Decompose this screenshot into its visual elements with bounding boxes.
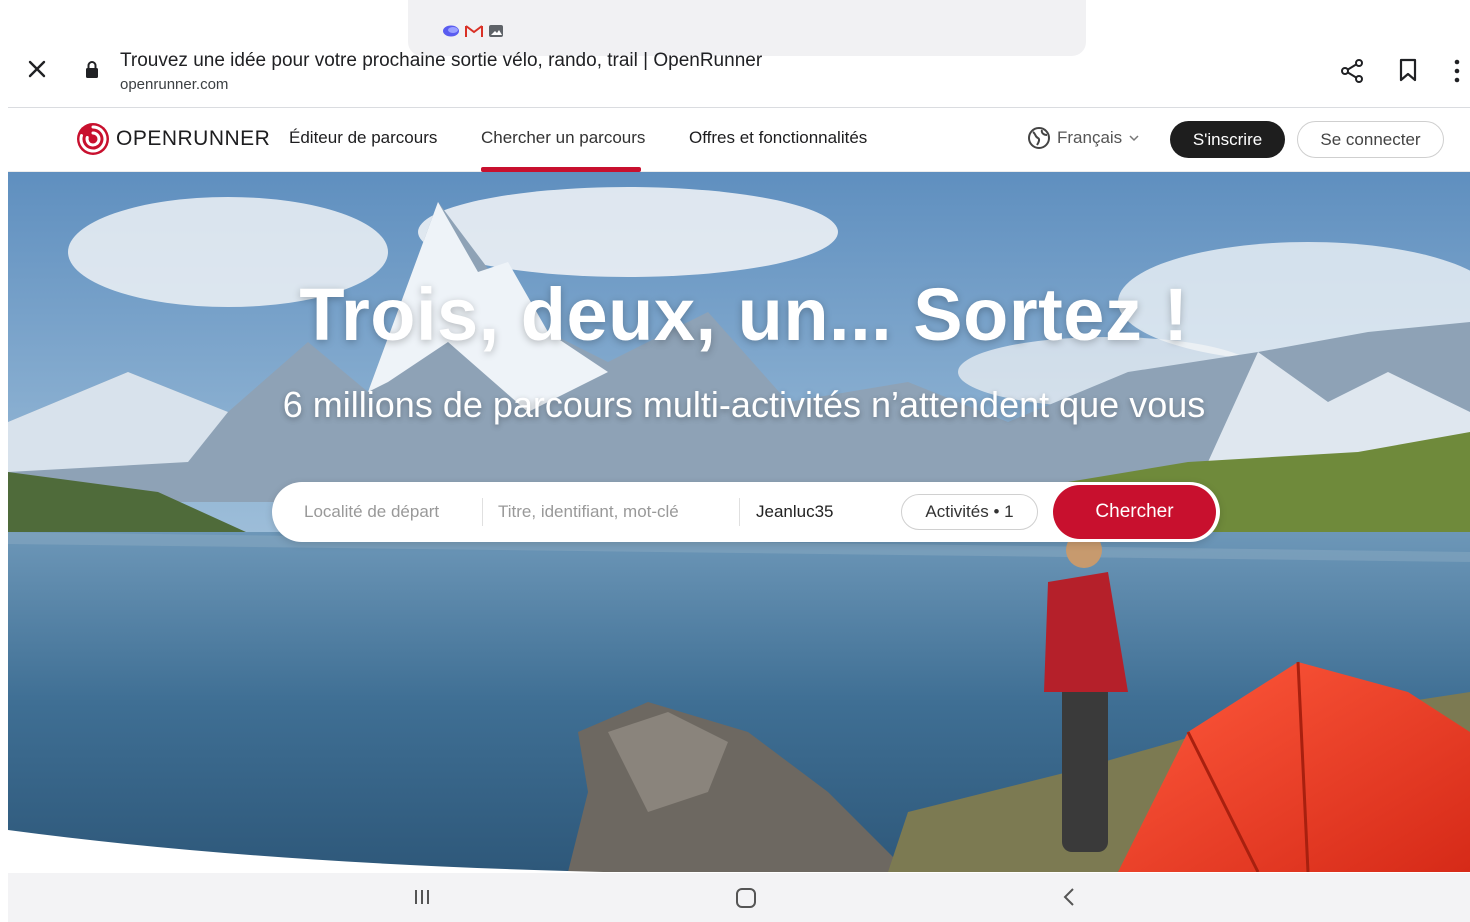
back-icon bbox=[1063, 888, 1074, 906]
bookmark-button[interactable] bbox=[1398, 58, 1418, 82]
nav-link-route-editor[interactable]: Éditeur de parcours bbox=[289, 128, 437, 148]
more-vert-icon bbox=[1454, 59, 1460, 83]
nav-link-search-route[interactable]: Chercher un parcours bbox=[481, 128, 645, 148]
back-button[interactable] bbox=[1060, 887, 1080, 912]
recent-apps-button[interactable] bbox=[412, 887, 432, 912]
close-tab-button[interactable] bbox=[24, 56, 50, 82]
recents-icon bbox=[415, 890, 429, 904]
assistant-icon bbox=[442, 24, 459, 38]
lock-icon[interactable] bbox=[84, 60, 100, 80]
tab-url: openrunner.com bbox=[120, 76, 229, 93]
status-bar-icons bbox=[442, 22, 505, 40]
keyword-input[interactable]: Titre, identifiant, mot-clé bbox=[498, 482, 738, 542]
user-input[interactable]: Jeanluc35 bbox=[756, 482, 896, 542]
screen: Trouvez une idée pour votre prochaine so… bbox=[0, 0, 1470, 922]
search-separator bbox=[739, 498, 740, 526]
language-selector[interactable]: Français bbox=[1027, 126, 1140, 150]
share-icon bbox=[1341, 59, 1363, 83]
more-options-button[interactable] bbox=[1450, 58, 1464, 84]
close-icon bbox=[28, 60, 46, 78]
nav-link-offers[interactable]: Offres et fonctionnalités bbox=[689, 128, 867, 148]
search-separator bbox=[482, 498, 483, 526]
hero-title: Trois, deux, un... Sortez ! bbox=[299, 273, 1189, 356]
hero-banner: Trois, deux, un... Sortez ! 6 millions d… bbox=[8, 172, 1470, 872]
logo-text: OPENRUNNER bbox=[116, 127, 271, 150]
chevron-down-icon bbox=[1129, 135, 1139, 142]
openrunner-logo[interactable]: OPENRUNNER bbox=[76, 122, 270, 156]
route-search-bar: Localité de départ Titre, identifiant, m… bbox=[272, 482, 1220, 542]
home-button[interactable] bbox=[735, 887, 757, 914]
android-navigation-bar bbox=[8, 873, 1470, 922]
globe-icon bbox=[1028, 127, 1050, 149]
home-icon bbox=[736, 888, 756, 908]
activities-filter-button[interactable]: Activités • 1 bbox=[901, 494, 1038, 530]
bookmark-icon bbox=[1399, 58, 1417, 82]
site-header: OPENRUNNER Éditeur de parcours Chercher … bbox=[8, 108, 1470, 172]
search-submit-button[interactable]: Chercher bbox=[1053, 485, 1216, 539]
signup-button[interactable]: S'inscrire bbox=[1170, 121, 1285, 158]
hero-subtitle: 6 millions de parcours multi-activités n… bbox=[282, 384, 1206, 425]
login-button[interactable]: Se connecter bbox=[1297, 121, 1444, 158]
status-bar-pill bbox=[408, 0, 1086, 56]
share-button[interactable] bbox=[1340, 58, 1364, 84]
tab-page-title: Trouvez une idée pour votre prochaine so… bbox=[120, 50, 763, 71]
gmail-icon bbox=[465, 24, 483, 38]
gallery-icon bbox=[488, 24, 505, 38]
hero-bottom-curve bbox=[8, 830, 728, 874]
openrunner-logo-icon bbox=[77, 123, 109, 155]
locality-input[interactable]: Localité de départ bbox=[304, 482, 474, 542]
language-label: Français bbox=[1057, 128, 1123, 147]
